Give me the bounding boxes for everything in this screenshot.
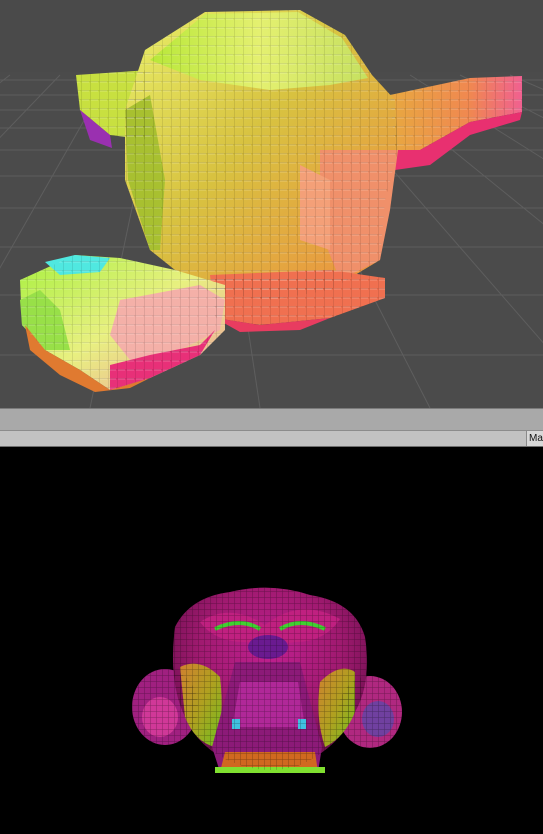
view-splitter[interactable] (0, 408, 543, 430)
scene-view[interactable] (0, 0, 543, 408)
game-render (0, 447, 543, 834)
maximize-on-play-button[interactable]: Ma (526, 431, 543, 446)
game-view-toolbar: Ma (0, 430, 543, 447)
scene-viewport (0, 0, 543, 408)
game-view[interactable] (0, 447, 543, 834)
